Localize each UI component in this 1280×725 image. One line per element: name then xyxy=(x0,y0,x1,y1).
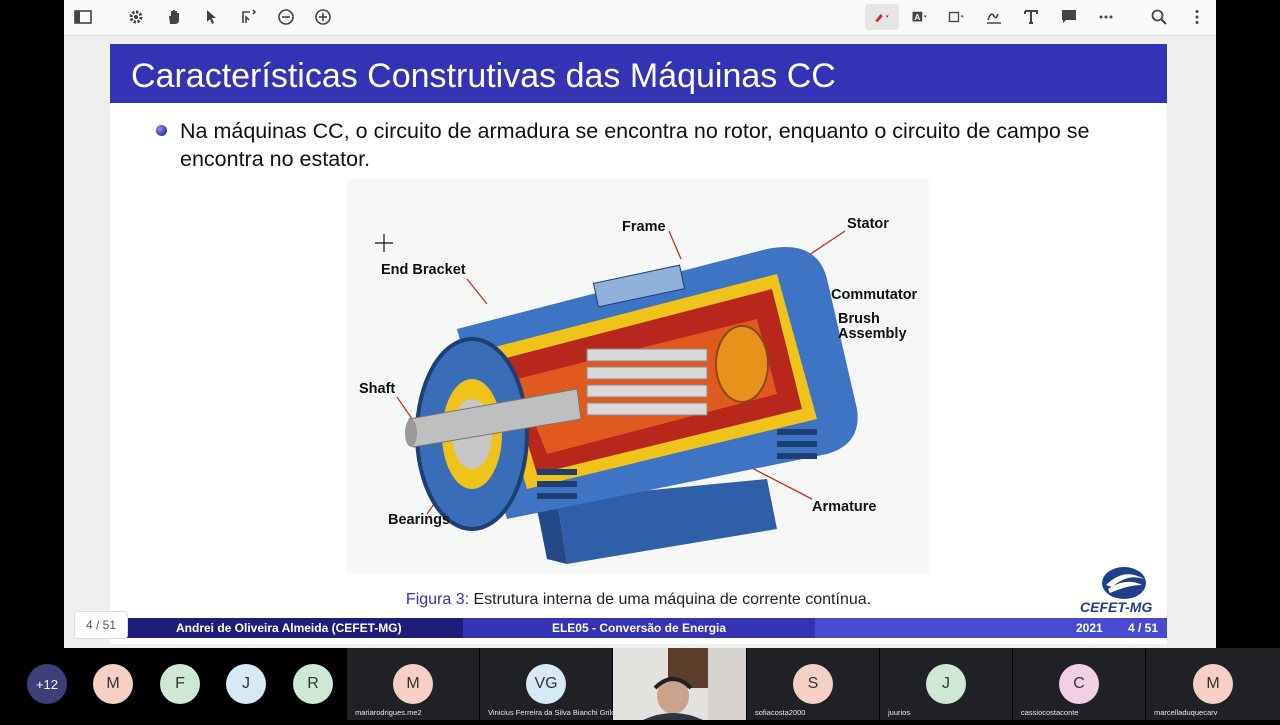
label-stator: Stator xyxy=(847,216,889,232)
participant-tile[interactable]: VG Vinicius Ferreira da Silva Bianchi Gr… xyxy=(480,648,616,720)
text-tool-icon[interactable] xyxy=(1017,4,1045,30)
label-assembly: Assembly xyxy=(838,326,907,342)
hand-icon[interactable] xyxy=(160,4,188,30)
avatar: R xyxy=(293,664,333,704)
participant-tile[interactable]: M xyxy=(80,648,146,720)
footer-page: 4 / 51 xyxy=(1128,621,1159,635)
presenter-video[interactable] xyxy=(613,648,746,720)
search-icon[interactable] xyxy=(1145,4,1173,30)
slide-page: Características Construtivas das Máquina… xyxy=(110,44,1167,644)
participants-strip: +12 M F J R M mariarodrigues.me2 VG Vini… xyxy=(0,648,1280,720)
participant-tile[interactable]: R xyxy=(280,648,346,720)
motor-figure: Frame Stator End Bracket Commutator Brus… xyxy=(347,179,929,575)
footer-course: ELE05 - Conversão de Energia xyxy=(463,618,815,638)
avatar: C xyxy=(1059,664,1099,704)
participant-name: Vinicius Ferreira da Silva Bianchi Grilo xyxy=(488,708,616,717)
avatar: M xyxy=(1193,664,1233,704)
comment-icon[interactable] xyxy=(1055,4,1083,30)
avatar: M xyxy=(393,664,433,704)
logo-text: CEFET-MG xyxy=(1080,599,1153,615)
participant-name: sofiacosta2000 xyxy=(755,708,806,717)
more-icon[interactable] xyxy=(1092,4,1120,30)
text-color-icon[interactable]: A xyxy=(904,4,936,30)
pdf-viewer: A Características Construtivas das Máqui… xyxy=(64,0,1216,648)
participant-name: mariarodrigues.me2 xyxy=(355,708,422,717)
page-indicator: 4 / 51 xyxy=(74,611,128,639)
label-bearings: Bearings xyxy=(388,512,451,528)
participant-name: marcelladuquecarv xyxy=(1154,708,1218,717)
participant-name: cassiocostaconte xyxy=(1021,708,1079,717)
zoom-out-icon[interactable] xyxy=(272,4,300,30)
presenter-video-frame xyxy=(613,648,746,720)
signature-icon[interactable] xyxy=(980,4,1008,30)
avatar: F xyxy=(160,664,200,704)
avatar: M xyxy=(93,664,133,704)
shape-icon[interactable] xyxy=(941,4,973,30)
avatar: J xyxy=(926,664,966,704)
slide-title-bar: Características Construtivas das Máquina… xyxy=(110,44,1167,103)
label-frame: Frame xyxy=(622,219,666,235)
label-shaft: Shaft xyxy=(359,381,396,397)
settings-icon[interactable] xyxy=(122,4,150,30)
participant-tile[interactable]: S sofiacosta2000 xyxy=(747,648,879,720)
avatar: VG xyxy=(526,664,566,704)
participant-tile[interactable]: M marcelladuquecarv xyxy=(1146,648,1280,720)
slide-title: Características Construtivas das Máquina… xyxy=(131,57,836,95)
footer-year: 2021 xyxy=(1076,621,1103,635)
participant-tile[interactable]: J juurios xyxy=(880,648,1012,720)
label-armature: Armature xyxy=(812,499,877,515)
caption-text: Estrutura interna de uma máquina de corr… xyxy=(469,591,872,608)
participant-tile[interactable]: C cassiocostaconte xyxy=(1013,648,1145,720)
svg-text:A: A xyxy=(914,13,920,22)
footer-right: 2021 4 / 51 xyxy=(815,618,1167,638)
participant-name: juurios xyxy=(888,708,911,717)
pointer-icon[interactable] xyxy=(197,4,225,30)
viewer-toolbar: A xyxy=(64,0,1216,36)
bullet-text: Na máquinas CC, o circuito de armadura s… xyxy=(180,119,1090,171)
slide-footer: Andrei de Oliveira Almeida (CEFET-MG) EL… xyxy=(110,618,1167,638)
bullet-icon xyxy=(156,125,167,136)
label-commutator: Commutator xyxy=(831,287,918,303)
participant-tile[interactable]: M mariarodrigues.me2 xyxy=(347,648,479,720)
pen-icon[interactable] xyxy=(865,4,899,30)
figure-caption: Figura 3: Estrutura interna de uma máqui… xyxy=(110,591,1167,609)
avatar: S xyxy=(793,664,833,704)
sidebar-toggle-icon[interactable] xyxy=(69,4,97,30)
cefet-logo: CEFET-MG xyxy=(1080,565,1164,617)
label-brush: Brush xyxy=(838,311,880,327)
menu-icon[interactable] xyxy=(1183,4,1211,30)
select-icon[interactable] xyxy=(235,4,263,30)
avatar: J xyxy=(226,664,266,704)
participant-tile[interactable]: J xyxy=(213,648,279,720)
footer-author: Andrei de Oliveira Almeida (CEFET-MG) xyxy=(110,618,463,638)
more-participants-button[interactable]: +12 xyxy=(27,664,67,704)
zoom-in-icon[interactable] xyxy=(309,4,337,30)
label-end-bracket: End Bracket xyxy=(381,262,466,278)
caption-prefix: Figura 3: xyxy=(405,591,470,608)
participant-tile[interactable]: F xyxy=(147,648,213,720)
